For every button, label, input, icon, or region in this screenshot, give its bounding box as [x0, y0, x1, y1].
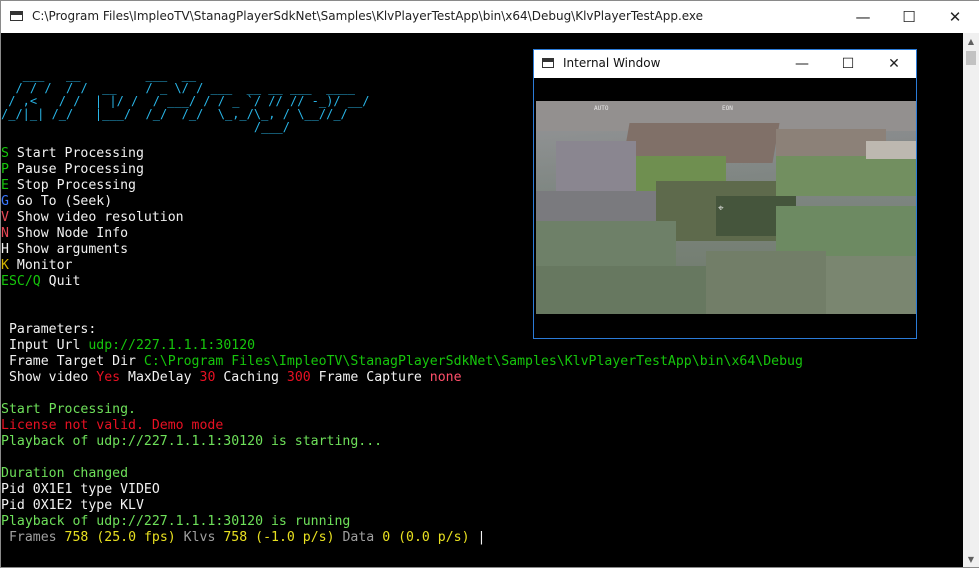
console-app-icon: [10, 11, 23, 21]
aerial-video-frame: AUTO EON ⌖: [536, 101, 916, 314]
window-title: C:\Program Files\ImpleoTV\StanagPlayerSd…: [32, 9, 704, 23]
title-bar[interactable]: C:\Program Files\ImpleoTV\StanagPlayerSd…: [1, 1, 979, 33]
internal-minimize-button[interactable]: —: [779, 50, 825, 78]
maximize-button[interactable]: ☐: [886, 1, 932, 32]
param-input-url: Input Url udp://227.1.1.1:30120: [1, 338, 256, 353]
log-pid-video: Pid 0X1E1 type VIDEO: [1, 482, 160, 497]
menu-item-stop: E Stop Processing: [1, 178, 136, 193]
menu-item-node-info: N Show Node Info: [1, 226, 129, 241]
log-start-processing: Start Processing.: [1, 402, 136, 417]
menu-item-arguments: H Show arguments: [1, 242, 129, 257]
internal-video-window[interactable]: Internal Window — ☐ ✕ AUTO EON ⌖: [533, 49, 917, 339]
klv-player-ascii-logo: ___ __ ___ __ / / / / / __ / _ \/ / ___ …: [1, 68, 370, 134]
parameters-heading: Parameters:: [1, 322, 97, 337]
status-line: Frames 758 (25.0 fps) Klvs 758 (-1.0 p/s…: [1, 530, 486, 545]
osd-mode: AUTO: [594, 105, 609, 112]
osd-eon: EON: [722, 105, 733, 112]
param-frame-target-dir: Frame Target Dir C:\Program Files\Impleo…: [1, 354, 803, 369]
vertical-scrollbar[interactable]: ▲ ▼: [963, 33, 979, 567]
scroll-down-arrow-icon[interactable]: ▼: [963, 551, 979, 567]
internal-window-title: Internal Window: [563, 56, 661, 70]
internal-window-app-icon: [542, 58, 554, 68]
internal-maximize-button[interactable]: ☐: [825, 50, 871, 78]
internal-close-button[interactable]: ✕: [871, 50, 917, 78]
log-playback-starting: Playback of udp://227.1.1.1:30120 is sta…: [1, 434, 383, 449]
menu-item-start: S Start Processing: [1, 146, 144, 161]
menu-item-resolution: V Show video resolution: [1, 210, 184, 225]
close-button[interactable]: ✕: [932, 1, 978, 32]
scrollbar-thumb[interactable]: [966, 51, 976, 65]
scroll-up-arrow-icon[interactable]: ▲: [963, 33, 979, 49]
log-duration-changed: Duration changed: [1, 466, 129, 481]
log-playback-running: Playback of udp://227.1.1.1:30120 is run…: [1, 514, 351, 529]
menu-item-quit: ESC/Q Quit: [1, 274, 81, 289]
param-show-video: Show video Yes MaxDelay 30 Caching 300 F…: [1, 370, 462, 385]
crosshair-icon: ⌖: [718, 203, 724, 214]
minimize-button[interactable]: —: [840, 1, 886, 32]
menu-item-goto: G Go To (Seek): [1, 194, 113, 209]
internal-window-title-bar[interactable]: Internal Window — ☐ ✕: [534, 50, 916, 78]
menu-item-pause: P Pause Processing: [1, 162, 144, 177]
log-license-warning: License not valid. Demo mode: [1, 418, 224, 433]
log-pid-klv: Pid 0X1E2 type KLV: [1, 498, 144, 513]
text-cursor: |: [469, 530, 486, 545]
menu-item-monitor: K Monitor: [1, 258, 73, 273]
